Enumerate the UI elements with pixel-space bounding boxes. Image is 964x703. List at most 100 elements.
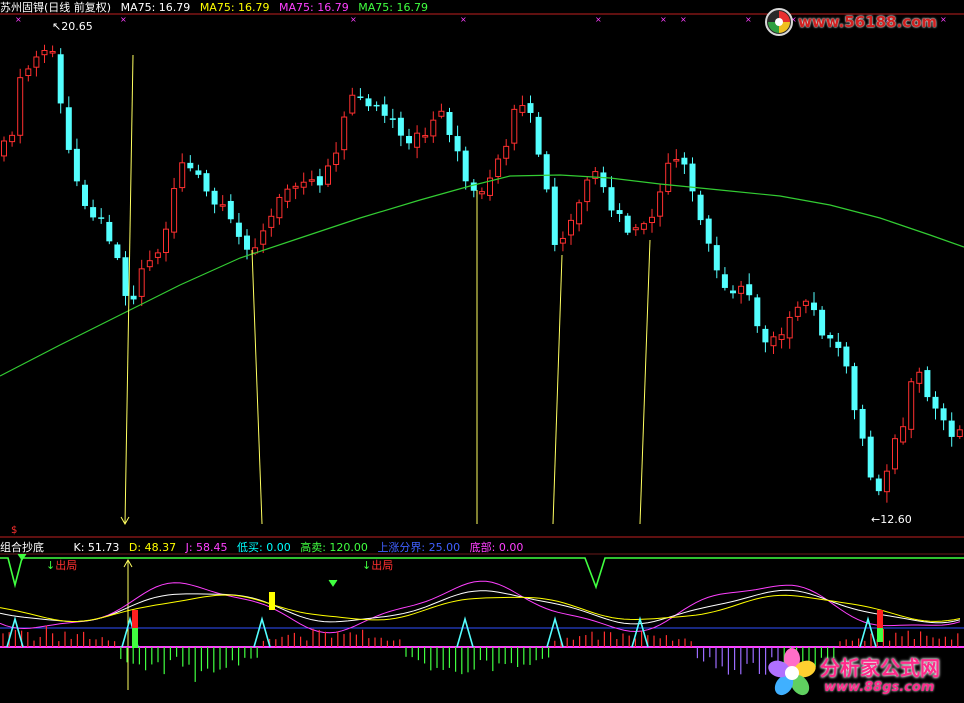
candle xyxy=(227,194,234,224)
kline-chart[interactable]: × × × × × × × × × × × × xyxy=(0,0,964,703)
candle-body xyxy=(665,162,672,192)
candle xyxy=(794,301,801,321)
candle-body xyxy=(875,478,882,492)
candle-body xyxy=(616,210,623,214)
candle xyxy=(883,464,890,503)
candle xyxy=(9,131,16,147)
candle xyxy=(316,168,323,193)
candle xyxy=(146,250,153,271)
candle xyxy=(373,101,380,112)
candle xyxy=(859,404,866,447)
candle-body xyxy=(503,145,510,159)
candle-body xyxy=(82,184,88,206)
candle xyxy=(389,108,396,129)
top-watermark-text: www.56188.com xyxy=(798,13,938,31)
ind-sell-value: 高卖: 120.00 xyxy=(300,541,368,554)
exit-signal-label-1: ↓出局 xyxy=(46,559,78,572)
candle-body xyxy=(535,116,542,155)
candle-body xyxy=(908,381,915,430)
signal-bar-yellow xyxy=(269,592,275,610)
candle xyxy=(827,332,834,348)
candle-body xyxy=(422,135,429,138)
signal-x-mark: × xyxy=(460,15,467,24)
price-high-arrow: ↖ xyxy=(52,20,62,33)
candle-body xyxy=(90,207,97,218)
candle-body xyxy=(551,186,558,245)
candle xyxy=(778,327,785,349)
candle-body xyxy=(478,191,485,195)
candle-body xyxy=(292,185,299,189)
candle-body xyxy=(357,96,364,98)
candle xyxy=(584,176,591,212)
candle xyxy=(235,213,242,245)
candle xyxy=(697,190,704,225)
candle-body xyxy=(802,300,809,306)
bottom-watermark-site: www.88gs.com xyxy=(824,680,935,695)
candle-body xyxy=(171,188,178,233)
ma-label-3: MA75: 16.79 xyxy=(279,1,349,14)
candle-body xyxy=(397,117,404,136)
candle xyxy=(381,96,388,123)
down-arrow-icon xyxy=(328,579,338,587)
candle xyxy=(640,221,647,235)
candle-body xyxy=(462,150,469,182)
candle xyxy=(738,280,745,304)
signal-bar-green xyxy=(877,628,883,642)
candle-body xyxy=(381,104,388,116)
candle xyxy=(851,362,858,420)
candle xyxy=(843,342,850,374)
candle xyxy=(786,311,793,349)
candle xyxy=(414,125,421,159)
price-low-arrow: ← xyxy=(871,513,881,526)
candle-body xyxy=(956,429,963,438)
candle-body xyxy=(819,309,826,336)
candle-body xyxy=(1,140,7,157)
signal-x-mark: × xyxy=(745,15,752,24)
candle xyxy=(705,215,712,252)
down-arrow-icon xyxy=(17,553,27,561)
bottom-watermark: 分析家公式网 www.88gs.com xyxy=(764,645,964,703)
candle xyxy=(276,193,283,225)
candle xyxy=(657,184,664,227)
candle-body xyxy=(786,316,793,339)
candle xyxy=(341,111,348,160)
candle xyxy=(90,199,97,221)
price-low-label: ←12.60 xyxy=(871,513,912,526)
candle-body xyxy=(584,179,591,203)
signal-x-mark: × xyxy=(595,15,602,24)
stock-title: 苏州固锝(日线 前复权) xyxy=(0,1,112,14)
candle xyxy=(438,103,445,119)
candle xyxy=(568,213,574,245)
candle-body xyxy=(697,194,704,221)
candle xyxy=(649,208,655,233)
candle xyxy=(454,125,461,162)
price-high-label: ↖20.65 xyxy=(52,20,93,33)
candle-body xyxy=(892,438,898,470)
candle-body xyxy=(851,366,858,411)
candle-body xyxy=(568,219,574,236)
candle-body xyxy=(754,297,761,327)
candle-body xyxy=(373,104,380,107)
candle xyxy=(616,203,623,223)
bottom-watermark-name: 分析家公式网 xyxy=(820,656,940,680)
candle-body xyxy=(559,237,566,244)
candle xyxy=(802,299,809,314)
candle-body xyxy=(41,50,48,56)
candle xyxy=(770,331,777,355)
spike-line xyxy=(639,239,651,525)
candle xyxy=(551,177,558,252)
candle xyxy=(57,48,64,114)
flower-logo-icon xyxy=(768,648,816,696)
candle-body xyxy=(325,165,331,185)
candle xyxy=(98,208,105,224)
candle xyxy=(543,151,550,193)
candle-body xyxy=(900,426,907,443)
signal-x-mark: × xyxy=(680,15,687,24)
candle xyxy=(122,251,129,306)
site-logo-icon xyxy=(765,8,793,36)
candle xyxy=(292,182,299,200)
candle-body xyxy=(268,215,275,228)
candle-body xyxy=(389,118,396,120)
candle-body xyxy=(470,182,477,191)
buy-signal-triangle xyxy=(456,616,474,648)
